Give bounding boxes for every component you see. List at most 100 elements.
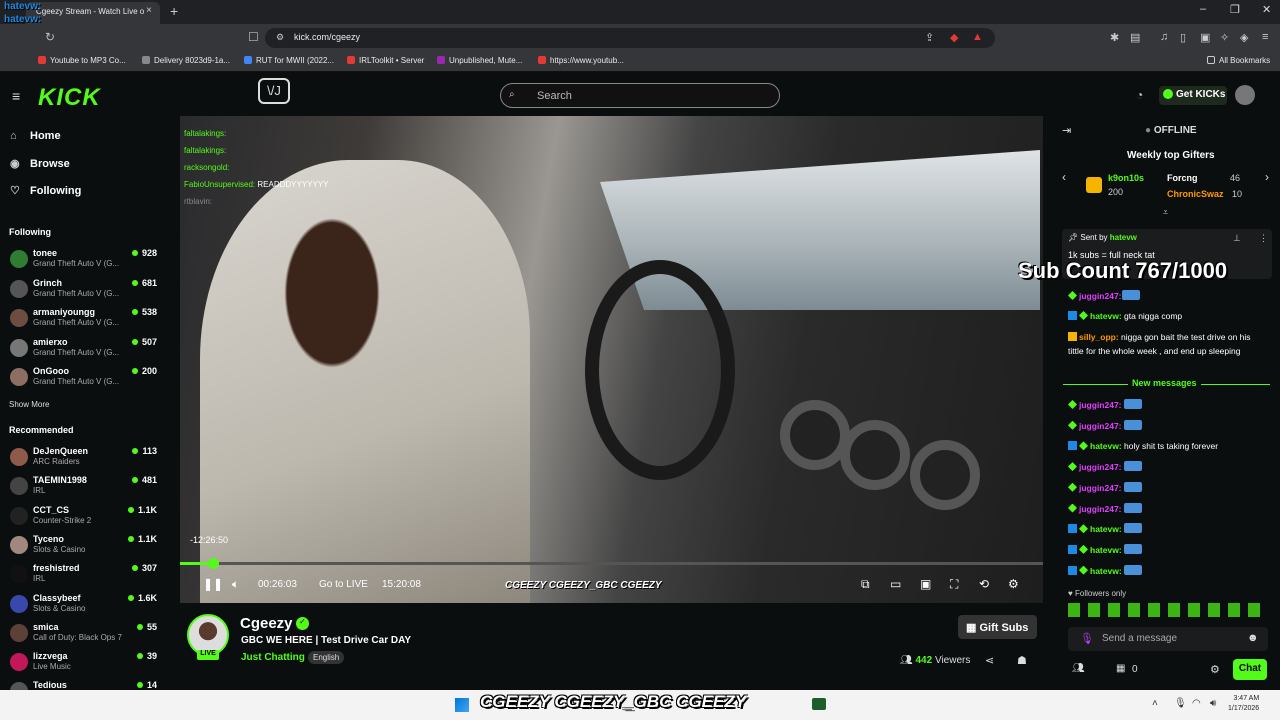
unpin-icon[interactable]: ⊥	[1233, 233, 1241, 244]
windows-start-icon[interactable]	[455, 698, 469, 712]
sidebar-channel[interactable]: Grinch Grand Theft Auto V (G... 681	[8, 278, 163, 306]
search-input[interactable]: Search	[500, 83, 780, 108]
minimize-button[interactable]: –	[1200, 3, 1206, 15]
sidebar-channel[interactable]: DeJenQueen ARC Raiders 113	[8, 446, 163, 474]
tab-close-icon[interactable]: ×	[146, 5, 152, 16]
bookmark-item[interactable]: Youtube to MP3 Co...	[38, 56, 126, 65]
settings-gear-icon[interactable]: ⚙	[1008, 577, 1019, 591]
gift-subs-button[interactable]: ▦ Gift Subs	[958, 615, 1037, 639]
chat-settings-icon[interactable]: ⚙	[1210, 663, 1220, 676]
user-avatar[interactable]	[1235, 85, 1255, 105]
reader-icon[interactable]: ▤	[1130, 31, 1140, 44]
gifter-name[interactable]: Forcng	[1167, 173, 1198, 183]
chat-message[interactable]: hatevw:	[1068, 564, 1268, 578]
rewards-icon[interactable]: ▲	[972, 31, 983, 43]
get-kicks-button[interactable]: Get KICKs	[1159, 86, 1227, 105]
send-chat-button[interactable]: Chat	[1233, 659, 1267, 680]
share-stream-icon[interactable]: ⋖	[985, 654, 994, 667]
chat-message[interactable]: hatevw:	[1068, 522, 1268, 536]
sidebar-channel[interactable]: armaniyoungg Grand Theft Auto V (G... 538	[8, 307, 163, 335]
pause-icon[interactable]: ❚❚	[203, 577, 223, 591]
chat-message[interactable]: hatevw: gta nigga comp	[1068, 309, 1268, 323]
gifter-name[interactable]: ChronicSwaz	[1167, 189, 1224, 199]
brave-shield-icon[interactable]: ◆	[950, 31, 958, 44]
bookmark-item[interactable]: IRLToolkit • Server	[347, 56, 424, 65]
miniplayer-icon[interactable]: ▣	[920, 577, 931, 591]
collapse-chat-icon[interactable]: ⇥	[1062, 124, 1071, 137]
chat-message[interactable]: hatevw:	[1068, 543, 1268, 557]
url-bar[interactable]: kick.com/cgeezy	[265, 28, 995, 48]
bookmark-item[interactable]: RUT for MWII (2022...	[244, 56, 334, 65]
streamer-name[interactable]: Cgeezy	[240, 615, 293, 632]
gift-icon[interactable]: ▦	[1116, 663, 1125, 674]
volume-tray-icon[interactable]: 🔊︎	[1210, 698, 1216, 709]
sidebar-channel[interactable]: Tyceno Slots & Casino 1.1K	[8, 534, 163, 562]
browser-tab[interactable]: Cgeezy Stream - Watch Live o	[26, 2, 160, 24]
notifications-icon[interactable]: ◔	[1136, 88, 1143, 102]
mic-icon[interactable]: 🎙︎	[1080, 632, 1094, 645]
sidebar-channel[interactable]: smica Call of Duty: Black Ops 7 55	[8, 622, 163, 650]
follow-icon[interactable]: ☗	[1017, 654, 1027, 667]
expand-gifters-icon[interactable]: ⩡	[1163, 207, 1168, 218]
new-tab-button[interactable]: +	[170, 3, 178, 19]
bookmark-icon[interactable]: ☐	[248, 30, 259, 44]
bookmark-item[interactable]: Delivery 8023d9-1a...	[142, 56, 230, 65]
sidebar-channel[interactable]: TAEMIN1998 IRL 481	[8, 475, 163, 503]
clip-icon[interactable]: ⧉	[861, 577, 870, 592]
sidebar-channel[interactable]: tonee Grand Theft Auto V (G... 928	[8, 248, 163, 276]
emoji-icon[interactable]: ☻	[1247, 632, 1259, 644]
sidebar-channel[interactable]: Classybeef Slots & Casino 1.6K	[8, 593, 163, 621]
more-options-icon[interactable]: ⋮	[1259, 233, 1268, 244]
users-icon[interactable]: 👥︎	[1072, 663, 1085, 674]
hamburger-menu-icon[interactable]: ≡	[12, 88, 20, 104]
sidebar-toggle-icon[interactable]: ▯	[1180, 31, 1186, 44]
chat-message[interactable]: silly_opp: nigga gon bait the test drive…	[1068, 330, 1268, 358]
bookmark-item[interactable]: Unpublished, Mute...	[437, 56, 522, 65]
system-clock[interactable]: 3:47 AM 1/17/2026	[1228, 694, 1259, 714]
menu-icon[interactable]: ≡	[1262, 31, 1268, 43]
chat-message[interactable]: juggin247:	[1068, 419, 1268, 433]
network-icon[interactable]: ◠	[1192, 698, 1201, 709]
all-bookmarks[interactable]: All Bookmarks	[1207, 56, 1270, 65]
language-tag[interactable]: English	[308, 651, 345, 664]
seek-bar[interactable]	[180, 562, 1043, 565]
nav-browse[interactable]: ◉ Browse	[10, 157, 70, 170]
reload-icon[interactable]: ↻	[45, 30, 55, 44]
sidebar-channel[interactable]: OnGooo Grand Theft Auto V (G... 200	[8, 366, 163, 394]
theater-mode-icon[interactable]: ▭	[890, 577, 901, 591]
emote-quick-bar[interactable]	[1068, 603, 1268, 617]
go-to-live-button[interactable]: Go to LIVE	[319, 579, 368, 590]
rewind-icon[interactable]: ⟲	[979, 577, 989, 591]
chat-message[interactable]: juggin247:	[1068, 481, 1268, 495]
sidebar-channel[interactable]: lizzvega Live Music 39	[8, 651, 163, 679]
tray-chevron-icon[interactable]: ˄	[1152, 698, 1158, 709]
chat-message[interactable]: juggin247:	[1068, 502, 1268, 516]
share-icon[interactable]: ⇪	[925, 31, 934, 44]
stream-category[interactable]: Just Chatting	[241, 652, 305, 663]
wallet-icon[interactable]: ▣	[1200, 31, 1210, 44]
volume-icon[interactable]: 🔈︎	[232, 577, 239, 592]
vpn-icon[interactable]: ◈	[1240, 31, 1248, 44]
mic-tray-icon[interactable]: 🎙︎	[1174, 698, 1187, 709]
site-info-icon[interactable]: ⚙	[276, 32, 284, 43]
sidebar-channel[interactable]: CCT_CS Counter-Strike 2 1.1K	[8, 505, 163, 533]
leo-icon[interactable]: ✧	[1220, 31, 1229, 44]
chat-message[interactable]: juggin247:	[1068, 398, 1268, 412]
seek-handle[interactable]	[208, 558, 219, 569]
chat-message[interactable]: juggin247:	[1068, 289, 1268, 303]
chat-input[interactable]: Send a message	[1068, 627, 1268, 651]
nav-home[interactable]: ⌂ Home	[10, 130, 61, 142]
vertical-brand-icon[interactable]: \/J	[258, 78, 290, 104]
sidebar-channel[interactable]: amierxo Grand Theft Auto V (G... 507	[8, 337, 163, 365]
bookmark-item[interactable]: https://www.youtub...	[538, 56, 624, 65]
sidebar-channel[interactable]: freshistred IRL 307	[8, 563, 163, 591]
gifter-name[interactable]: k9on10s	[1108, 173, 1144, 183]
maximize-button[interactable]: ❐	[1230, 3, 1240, 16]
chat-message[interactable]: juggin247:	[1068, 460, 1268, 474]
chevron-left-icon[interactable]: ‹	[1062, 170, 1066, 184]
chevron-right-icon[interactable]: ›	[1265, 170, 1269, 184]
fullscreen-icon[interactable]: ⛶	[950, 577, 958, 592]
kick-logo[interactable]: KICK	[38, 84, 101, 112]
close-window-button[interactable]: ✕	[1262, 3, 1271, 16]
extensions-icon[interactable]: ✱	[1110, 31, 1119, 44]
